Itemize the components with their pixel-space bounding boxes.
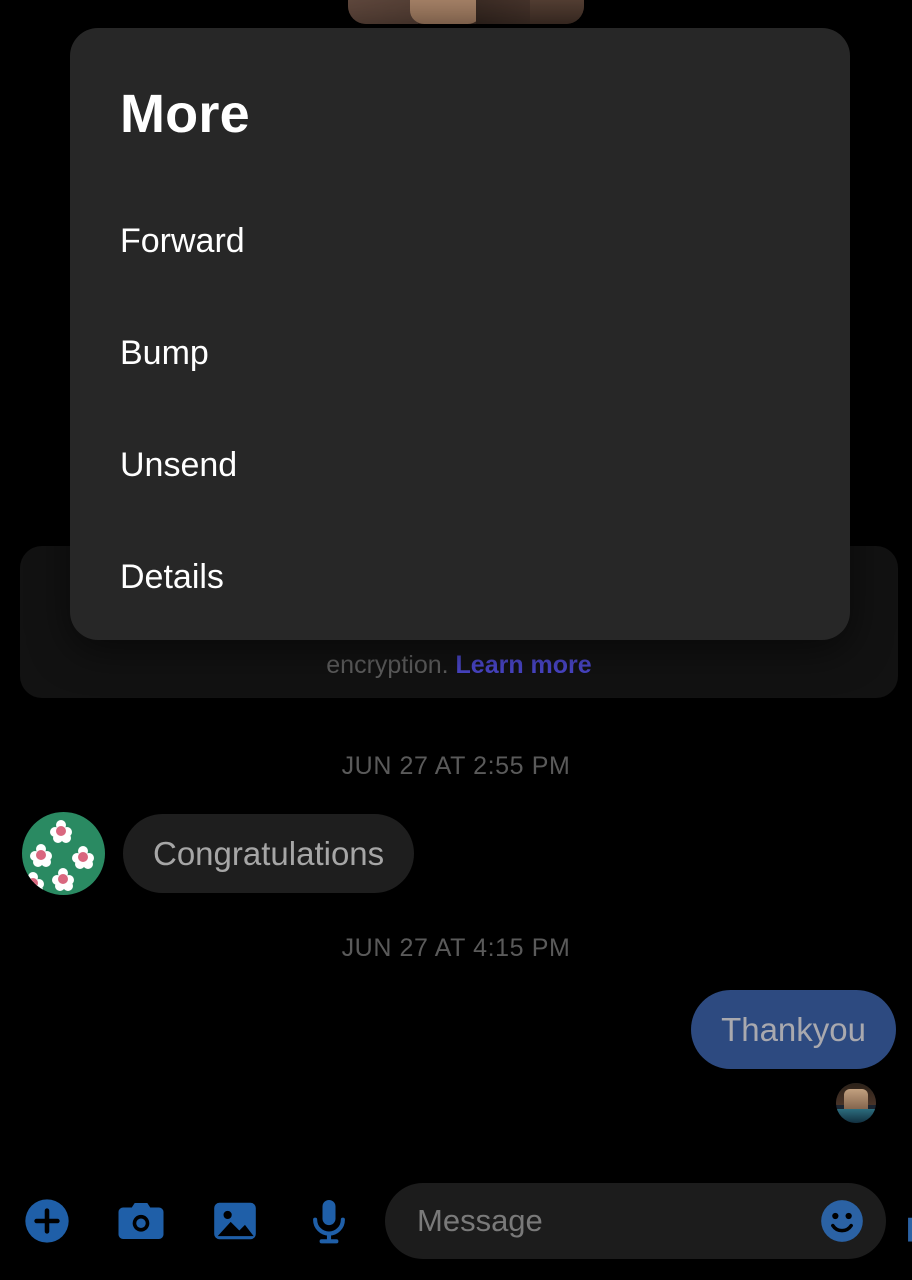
message-bubble[interactable]: Thankyou — [691, 990, 896, 1069]
menu-item-details[interactable]: Details — [120, 557, 800, 597]
flower-icon — [22, 872, 44, 895]
flower-icon — [50, 820, 72, 843]
dialog-title: More — [120, 84, 250, 144]
message-bubble[interactable]: Congratulations — [123, 814, 415, 893]
read-receipt-avatar — [836, 1083, 876, 1123]
microphone-icon[interactable] — [301, 1193, 357, 1249]
flower-icon — [52, 868, 74, 891]
composer-bar — [0, 1162, 912, 1280]
timestamp-separator: JUN 27 AT 4:15 PM — [341, 934, 571, 962]
photo-part-c — [476, 0, 536, 24]
message-input[interactable] — [385, 1183, 816, 1259]
photo-attachment[interactable] — [348, 0, 584, 24]
smiley-icon[interactable] — [816, 1195, 868, 1247]
message-row-incoming: Congratulations — [22, 812, 415, 895]
photo-part-d — [530, 0, 584, 24]
plus-circle-icon[interactable] — [19, 1193, 75, 1249]
menu-item-unsend[interactable]: Unsend — [120, 445, 800, 485]
messenger-screen: encryption. Learn more JUN 27 AT 2:55 PM — [0, 0, 912, 1280]
menu-item-bump[interactable]: Bump — [120, 333, 800, 373]
message-input-container[interactable] — [385, 1183, 886, 1259]
timestamp-separator: JUN 27 AT 2:55 PM — [341, 752, 571, 780]
thumbs-up-icon[interactable] — [900, 1191, 912, 1251]
flower-icon — [72, 846, 94, 869]
photo-part-b — [410, 0, 482, 24]
message-row-outgoing: Thankyou — [691, 990, 896, 1123]
flower-icon — [30, 844, 52, 867]
image-icon[interactable] — [207, 1193, 263, 1249]
avatar[interactable] — [22, 812, 105, 895]
photo-part-a — [348, 0, 418, 24]
more-dialog: More Forward Bump Unsend Details — [70, 28, 850, 640]
receipt-part-c — [836, 1109, 876, 1123]
camera-icon[interactable] — [113, 1193, 169, 1249]
learn-more-link[interactable]: Learn more — [456, 651, 592, 679]
receipt-part-b — [844, 1089, 868, 1111]
menu-item-forward[interactable]: Forward — [120, 221, 800, 261]
encryption-notice-text: encryption. Learn more — [20, 650, 898, 680]
encryption-notice-label: encryption. — [326, 651, 449, 679]
